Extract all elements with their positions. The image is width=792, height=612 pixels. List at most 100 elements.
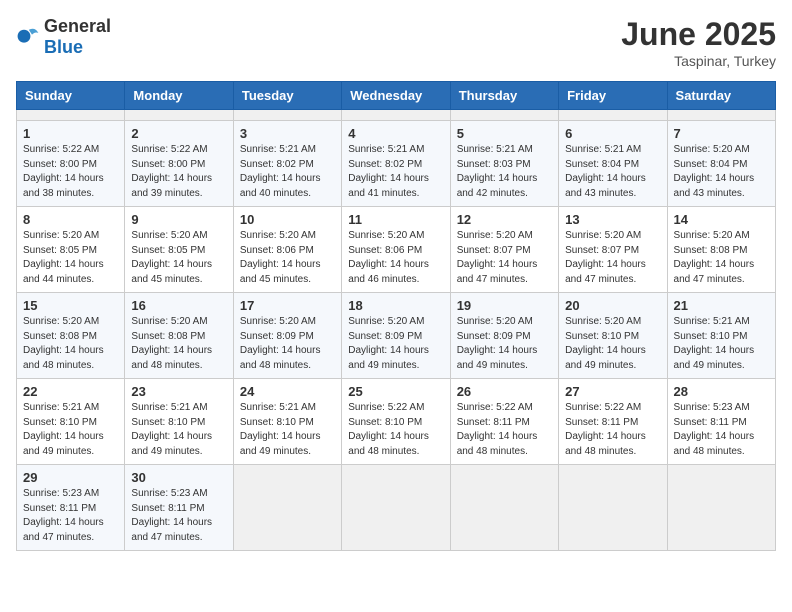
- table-row: [342, 465, 450, 551]
- table-row: 9 Sunrise: 5:20 AMSunset: 8:05 PMDayligh…: [125, 207, 233, 293]
- day-info: Sunrise: 5:20 AMSunset: 8:06 PMDaylight:…: [240, 230, 321, 285]
- day-info: Sunrise: 5:20 AMSunset: 8:07 PMDaylight:…: [565, 230, 646, 285]
- logo-blue: Blue: [44, 37, 83, 57]
- table-row: [233, 465, 341, 551]
- day-number: 10: [240, 212, 335, 227]
- table-row: 5 Sunrise: 5:21 AMSunset: 8:03 PMDayligh…: [450, 121, 558, 207]
- table-row: 21 Sunrise: 5:21 AMSunset: 8:10 PMDaylig…: [667, 293, 775, 379]
- calendar-week-row: 8 Sunrise: 5:20 AMSunset: 8:05 PMDayligh…: [17, 207, 776, 293]
- day-number: 15: [23, 298, 118, 313]
- logo: General Blue: [16, 16, 111, 58]
- table-row: 14 Sunrise: 5:20 AMSunset: 8:08 PMDaylig…: [667, 207, 775, 293]
- day-number: 1: [23, 126, 118, 141]
- day-number: 30: [131, 470, 226, 485]
- table-row: 10 Sunrise: 5:20 AMSunset: 8:06 PMDaylig…: [233, 207, 341, 293]
- day-info: Sunrise: 5:22 AMSunset: 8:00 PMDaylight:…: [23, 144, 104, 199]
- day-info: Sunrise: 5:21 AMSunset: 8:10 PMDaylight:…: [23, 402, 104, 457]
- day-number: 7: [674, 126, 769, 141]
- table-row: 1 Sunrise: 5:22 AMSunset: 8:00 PMDayligh…: [17, 121, 125, 207]
- day-info: Sunrise: 5:20 AMSunset: 8:06 PMDaylight:…: [348, 230, 429, 285]
- calendar-week-row: [17, 110, 776, 121]
- table-row: [125, 110, 233, 121]
- table-row: 19 Sunrise: 5:20 AMSunset: 8:09 PMDaylig…: [450, 293, 558, 379]
- day-info: Sunrise: 5:20 AMSunset: 8:05 PMDaylight:…: [23, 230, 104, 285]
- table-row: 24 Sunrise: 5:21 AMSunset: 8:10 PMDaylig…: [233, 379, 341, 465]
- day-info: Sunrise: 5:20 AMSunset: 8:09 PMDaylight:…: [240, 316, 321, 371]
- day-info: Sunrise: 5:22 AMSunset: 8:10 PMDaylight:…: [348, 402, 429, 457]
- col-friday: Friday: [559, 82, 667, 110]
- logo-text: General Blue: [44, 16, 111, 58]
- day-number: 21: [674, 298, 769, 313]
- day-info: Sunrise: 5:22 AMSunset: 8:00 PMDaylight:…: [131, 144, 212, 199]
- calendar-table: Sunday Monday Tuesday Wednesday Thursday…: [16, 81, 776, 551]
- table-row: 30 Sunrise: 5:23 AMSunset: 8:11 PMDaylig…: [125, 465, 233, 551]
- calendar-header-row: Sunday Monday Tuesday Wednesday Thursday…: [17, 82, 776, 110]
- day-number: 8: [23, 212, 118, 227]
- day-number: 26: [457, 384, 552, 399]
- calendar-week-row: 22 Sunrise: 5:21 AMSunset: 8:10 PMDaylig…: [17, 379, 776, 465]
- calendar-title: June 2025: [621, 16, 776, 53]
- day-number: 23: [131, 384, 226, 399]
- day-info: Sunrise: 5:20 AMSunset: 8:07 PMDaylight:…: [457, 230, 538, 285]
- day-info: Sunrise: 5:22 AMSunset: 8:11 PMDaylight:…: [565, 402, 646, 457]
- day-info: Sunrise: 5:21 AMSunset: 8:02 PMDaylight:…: [348, 144, 429, 199]
- day-number: 9: [131, 212, 226, 227]
- table-row: 29 Sunrise: 5:23 AMSunset: 8:11 PMDaylig…: [17, 465, 125, 551]
- table-row: 13 Sunrise: 5:20 AMSunset: 8:07 PMDaylig…: [559, 207, 667, 293]
- day-info: Sunrise: 5:20 AMSunset: 8:08 PMDaylight:…: [23, 316, 104, 371]
- page-header: General Blue June 2025 Taspinar, Turkey: [16, 16, 776, 69]
- table-row: 11 Sunrise: 5:20 AMSunset: 8:06 PMDaylig…: [342, 207, 450, 293]
- day-number: 17: [240, 298, 335, 313]
- table-row: 15 Sunrise: 5:20 AMSunset: 8:08 PMDaylig…: [17, 293, 125, 379]
- table-row: [667, 465, 775, 551]
- table-row: 7 Sunrise: 5:20 AMSunset: 8:04 PMDayligh…: [667, 121, 775, 207]
- table-row: 23 Sunrise: 5:21 AMSunset: 8:10 PMDaylig…: [125, 379, 233, 465]
- table-row: 28 Sunrise: 5:23 AMSunset: 8:11 PMDaylig…: [667, 379, 775, 465]
- table-row: 12 Sunrise: 5:20 AMSunset: 8:07 PMDaylig…: [450, 207, 558, 293]
- table-row: 18 Sunrise: 5:20 AMSunset: 8:09 PMDaylig…: [342, 293, 450, 379]
- table-row: [559, 465, 667, 551]
- day-number: 25: [348, 384, 443, 399]
- table-row: 4 Sunrise: 5:21 AMSunset: 8:02 PMDayligh…: [342, 121, 450, 207]
- table-row: 20 Sunrise: 5:20 AMSunset: 8:10 PMDaylig…: [559, 293, 667, 379]
- day-info: Sunrise: 5:21 AMSunset: 8:04 PMDaylight:…: [565, 144, 646, 199]
- day-number: 14: [674, 212, 769, 227]
- day-number: 13: [565, 212, 660, 227]
- table-row: 26 Sunrise: 5:22 AMSunset: 8:11 PMDaylig…: [450, 379, 558, 465]
- col-sunday: Sunday: [17, 82, 125, 110]
- table-row: [667, 110, 775, 121]
- day-info: Sunrise: 5:20 AMSunset: 8:10 PMDaylight:…: [565, 316, 646, 371]
- col-saturday: Saturday: [667, 82, 775, 110]
- day-number: 3: [240, 126, 335, 141]
- table-row: 17 Sunrise: 5:20 AMSunset: 8:09 PMDaylig…: [233, 293, 341, 379]
- day-number: 2: [131, 126, 226, 141]
- table-row: [450, 110, 558, 121]
- day-info: Sunrise: 5:21 AMSunset: 8:10 PMDaylight:…: [240, 402, 321, 457]
- col-monday: Monday: [125, 82, 233, 110]
- day-number: 28: [674, 384, 769, 399]
- day-number: 4: [348, 126, 443, 141]
- day-info: Sunrise: 5:20 AMSunset: 8:09 PMDaylight:…: [457, 316, 538, 371]
- day-info: Sunrise: 5:23 AMSunset: 8:11 PMDaylight:…: [674, 402, 755, 457]
- day-info: Sunrise: 5:21 AMSunset: 8:10 PMDaylight:…: [674, 316, 755, 371]
- table-row: [450, 465, 558, 551]
- table-row: 25 Sunrise: 5:22 AMSunset: 8:10 PMDaylig…: [342, 379, 450, 465]
- day-number: 20: [565, 298, 660, 313]
- table-row: 3 Sunrise: 5:21 AMSunset: 8:02 PMDayligh…: [233, 121, 341, 207]
- day-number: 11: [348, 212, 443, 227]
- table-row: 16 Sunrise: 5:20 AMSunset: 8:08 PMDaylig…: [125, 293, 233, 379]
- col-wednesday: Wednesday: [342, 82, 450, 110]
- table-row: 8 Sunrise: 5:20 AMSunset: 8:05 PMDayligh…: [17, 207, 125, 293]
- calendar-location: Taspinar, Turkey: [621, 53, 776, 69]
- day-number: 19: [457, 298, 552, 313]
- day-info: Sunrise: 5:20 AMSunset: 8:05 PMDaylight:…: [131, 230, 212, 285]
- table-row: [559, 110, 667, 121]
- day-info: Sunrise: 5:20 AMSunset: 8:09 PMDaylight:…: [348, 316, 429, 371]
- table-row: [233, 110, 341, 121]
- table-row: 27 Sunrise: 5:22 AMSunset: 8:11 PMDaylig…: [559, 379, 667, 465]
- day-info: Sunrise: 5:20 AMSunset: 8:08 PMDaylight:…: [131, 316, 212, 371]
- table-row: 2 Sunrise: 5:22 AMSunset: 8:00 PMDayligh…: [125, 121, 233, 207]
- logo-icon: [16, 25, 40, 49]
- day-info: Sunrise: 5:20 AMSunset: 8:08 PMDaylight:…: [674, 230, 755, 285]
- day-number: 24: [240, 384, 335, 399]
